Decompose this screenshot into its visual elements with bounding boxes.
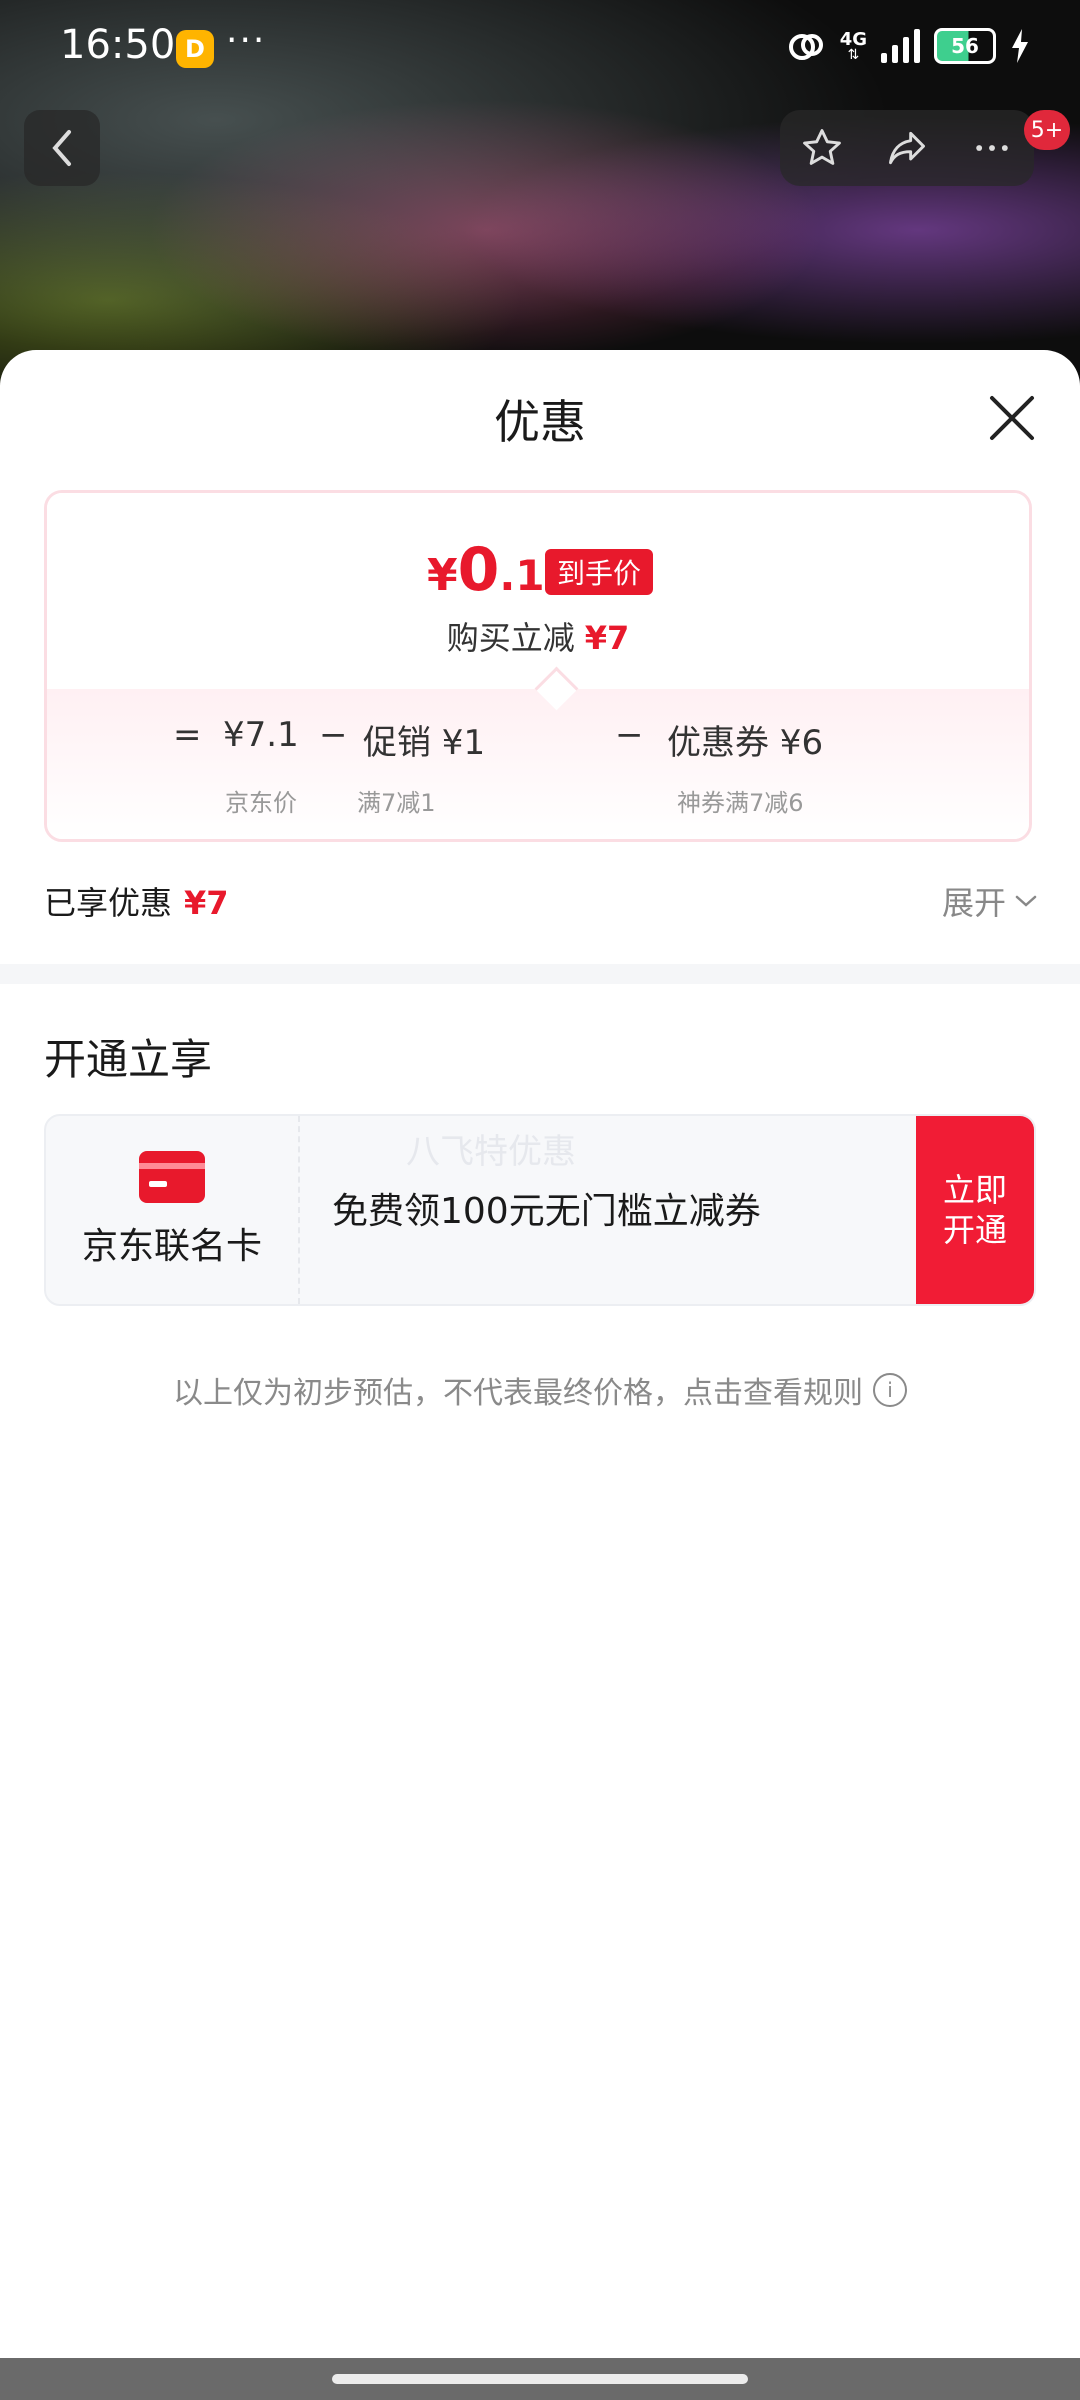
credit-card-icon	[139, 1151, 205, 1203]
battery-level: 56	[951, 34, 979, 58]
card-info: 京东联名卡	[46, 1116, 300, 1304]
equals-sign: =	[173, 715, 202, 755]
jd-price: ¥7.1	[223, 715, 299, 755]
share-icon[interactable]	[885, 126, 929, 170]
back-button[interactable]	[24, 110, 100, 186]
final-price-tag: 到手价	[545, 549, 654, 595]
gesture-bar	[0, 2358, 1080, 2400]
reduction-label: 购买立减	[446, 619, 575, 657]
enjoyed-discount: 已享优惠 ¥7	[44, 878, 229, 924]
section-divider	[0, 964, 1080, 984]
purchase-reduction: 购买立减 ¥7	[47, 613, 1029, 659]
disclaimer-link[interactable]: 以上仅为初步预估，不代表最终价格，点击查看规则 i	[0, 1368, 1080, 1412]
close-icon[interactable]	[986, 392, 1038, 444]
more-icon[interactable]	[970, 126, 1014, 170]
jd-price-label: 京东价	[225, 789, 297, 817]
coupon-label: 神券满7减6	[677, 789, 804, 817]
promotion-label: 满7减1	[357, 789, 436, 817]
hotspot-icon	[788, 34, 823, 60]
charging-icon	[1012, 29, 1028, 63]
coupon-discount: 优惠券 ¥6	[667, 723, 824, 763]
discount-bottom-sheet: 优惠 ¥ 0 .1 到手价 购买立减 ¥7 = ¥7.1 − 促销 ¥1 − 优惠…	[0, 350, 1080, 2360]
card-name: 京东联名卡	[81, 1226, 262, 1267]
chevron-down-icon	[1015, 895, 1037, 907]
final-price-integer: 0	[457, 535, 500, 605]
status-time: 16:50	[60, 22, 176, 68]
info-icon: i	[873, 1373, 907, 1407]
enjoyed-label: 已享优惠	[44, 884, 173, 922]
final-price-decimal: .1	[499, 551, 545, 600]
co-branded-card-promo[interactable]: 京东联名卡 八飞特优惠 免费领100元无门槛立减券 立即 开通	[44, 1114, 1036, 1306]
more-notifications-icon: ···	[226, 20, 267, 61]
open-button-line1: 立即	[942, 1171, 1007, 1209]
price-summary-card: ¥ 0 .1 到手价 购买立减 ¥7 = ¥7.1 − 促销 ¥1 − 优惠券 ¥…	[44, 490, 1032, 842]
enjoyed-value: ¥7	[184, 884, 229, 922]
currency-symbol: ¥	[427, 550, 458, 601]
star-icon[interactable]	[800, 126, 844, 170]
app-notification-icon: D	[176, 30, 214, 68]
promotion-discount: 促销 ¥1	[363, 723, 486, 763]
open-button-line2: 开通	[942, 1211, 1007, 1249]
disclaimer-text: 以上仅为初步预估，不代表最终价格，点击查看规则	[173, 1376, 863, 1411]
watermark-text: 八飞特优惠	[406, 1132, 576, 1172]
message-count-badge: 5+	[1024, 110, 1070, 150]
minus-sign: −	[615, 715, 644, 755]
battery-icon: 56	[934, 28, 996, 64]
status-bar: 16:50 D ··· 4G ⇅ 56	[0, 0, 1080, 100]
expand-label: 展开	[941, 884, 1006, 922]
section-title: 开通立享	[44, 1035, 213, 1084]
sheet-title: 优惠	[494, 395, 586, 449]
signal-icon	[881, 29, 920, 63]
reduction-value: ¥7	[584, 619, 630, 657]
open-now-button[interactable]: 立即 开通	[916, 1116, 1034, 1304]
final-price: ¥ 0 .1	[427, 535, 545, 605]
top-action-bar	[780, 110, 1034, 186]
minus-sign: −	[319, 715, 348, 755]
expand-button[interactable]: 展开	[942, 878, 1038, 924]
home-indicator[interactable]	[332, 2374, 748, 2384]
back-icon	[52, 130, 71, 166]
promo-text: 免费领100元无门槛立减券	[332, 1191, 761, 1232]
